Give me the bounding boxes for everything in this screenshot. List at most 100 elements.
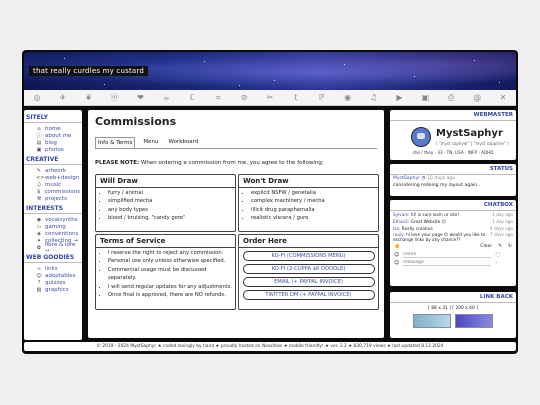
sidebar-item-label: blog: [45, 139, 57, 146]
status-user[interactable]: MystSaphyr: [393, 176, 420, 181]
camera-icon: ▣: [36, 146, 42, 153]
chat-message: ruuiy: hi love your page 😊 would you lik…: [390, 232, 516, 242]
refresh-icon[interactable]: ↻: [508, 244, 512, 249]
sidebar-item-blog[interactable]: ▤ blog: [24, 139, 82, 146]
globe-icon[interactable]: ◎: [32, 93, 41, 102]
chat-time: 7 days ago: [490, 232, 513, 237]
crop-icon[interactable]: ⌗: [214, 93, 223, 102]
tab-workboard[interactable]: Workboard: [167, 137, 201, 148]
sidebar-item-vocalsynths[interactable]: ◉ vocalsynths: [24, 216, 82, 223]
sidebar-item-home[interactable]: ⌂ home: [24, 125, 82, 132]
bird-icon[interactable]: ✈: [58, 93, 67, 102]
sidebar-item-adoptables[interactable]: ☺ adoptables: [24, 272, 82, 279]
email-button[interactable]: EMAIL (+ PAYPAL INVOICE): [242, 277, 375, 287]
chat-name-input[interactable]: [403, 251, 492, 258]
avatar: [411, 127, 431, 147]
chat-user[interactable]: Ethan2:: [393, 219, 409, 224]
graphic-icon: ▧: [36, 286, 42, 293]
collect-icon: ✦: [36, 237, 42, 244]
chat-message: Ethan2: Great Website 😊 1 day ago: [390, 218, 516, 225]
sidebar-item-label: home: [45, 125, 61, 132]
site-footer: © 2019 - 2024 MystSaphyr ★ coded lovingl…: [24, 342, 516, 351]
github-icon[interactable]: ◉: [343, 93, 352, 102]
chat-controls: 👍 Clear ✎ ↻: [390, 242, 516, 251]
site-title: that really curdles my custard: [29, 66, 148, 76]
smiley-icon[interactable]: ☺: [394, 260, 399, 266]
help-icon[interactable]: ○: [495, 251, 500, 258]
youtube-icon[interactable]: ▣: [421, 93, 430, 102]
linkback-panel: LINK BACK [ 88 x 31 ] [ 200 x 40 ]: [390, 292, 516, 338]
user-icon: ☺: [394, 251, 400, 258]
tumblr-icon[interactable]: t: [291, 93, 300, 102]
sewing-icon[interactable]: ✂: [265, 93, 274, 102]
tab-menu[interactable]: Menu: [141, 137, 160, 148]
chatbox-panel: CHATBOX Sylvain: hi! is sure lovin ur si…: [390, 200, 516, 286]
tab-bar: Info & Terms Menu Workboard: [95, 137, 200, 148]
sidebar-item-label: adoptables: [45, 272, 76, 279]
tools-icon: ⚒: [36, 195, 42, 202]
chatbox-header: CHATBOX: [390, 200, 516, 211]
ban-icon[interactable]: ⊘: [240, 93, 249, 102]
sidebar-item-label: web+design: [45, 174, 80, 181]
sidebar-item-commissions[interactable]: $ commissions: [24, 188, 82, 195]
list-item: any body types: [108, 206, 235, 214]
badge-200x40[interactable]: [455, 314, 493, 328]
x-icon[interactable]: ✕: [498, 93, 507, 102]
sidebar-item-label: fibre & lore →: [44, 241, 76, 254]
butterfly-icon[interactable]: ❦: [84, 93, 93, 102]
notice-body: When ordering a commission from me, you …: [139, 160, 324, 166]
sidebar-item-fibre-lore[interactable]: ✿ fibre & lore →: [24, 241, 82, 254]
convention-icon: ◈: [37, 230, 41, 237]
tab-info-terms[interactable]: Info & Terms: [95, 137, 136, 148]
kofi-commissions-button[interactable]: KO-FI (COMMISSIONS MENU): [242, 251, 375, 261]
p-icon[interactable]: ℙ: [317, 93, 326, 102]
sidebar-item-conventions[interactable]: ◈ conventions: [24, 230, 82, 237]
sidebar-item-links[interactable]: ∞ links: [24, 265, 82, 272]
wont-draw-list: explicit NSFW / genetalia complex machin…: [239, 189, 378, 223]
sidebar-section-heading: SITELY: [24, 113, 82, 123]
webmaster-panel: WEBMASTER MystSaphyr ( "myst saphyer" | …: [390, 110, 516, 160]
sidebar-item-label: photos: [45, 146, 64, 153]
send-icon[interactable]: ›: [495, 259, 497, 266]
twitter-dm-button[interactable]: TWITTER DM (+ PAYPAL INVOICE): [242, 290, 375, 300]
coffee-icon[interactable]: ☕: [162, 93, 171, 102]
list-item: realistic viscera / guro: [251, 214, 378, 222]
sidebar-item-photos[interactable]: ▣ photos: [24, 146, 82, 153]
edit-icon[interactable]: ✎: [498, 244, 502, 249]
badge-88x31[interactable]: [413, 314, 451, 328]
at-icon[interactable]: @: [473, 93, 482, 102]
c-icon[interactable]: ℂ: [188, 93, 197, 102]
video-icon[interactable]: ▶: [395, 93, 404, 102]
music-icon[interactable]: ♫: [369, 93, 378, 102]
printer-icon[interactable]: ⎙: [447, 93, 456, 102]
will-draw-box: Will Draw furry / animal simplified mech…: [95, 174, 236, 232]
sidebar-section-heading: INTERESTS: [24, 204, 82, 214]
sidebar-item-artwork[interactable]: ✎ artwork: [24, 167, 82, 174]
heart-icon[interactable]: ❤: [136, 93, 145, 102]
sidebar-item-music[interactable]: ♫ music: [24, 181, 82, 188]
message-row: ☺ ›: [390, 258, 516, 267]
sidebar-item-graphics[interactable]: ▧ graphics: [24, 286, 82, 293]
sidebar-item-projects[interactable]: ⚒ projects: [24, 195, 82, 202]
list-item: illicit drug paraphernalia: [251, 206, 378, 214]
sidebar-item-quizzes[interactable]: ? quizzes: [24, 279, 82, 286]
sidebar-item-gaming[interactable]: ▭ gaming: [24, 223, 82, 230]
sidebar-item-label: commissions: [44, 188, 80, 195]
kofi-doodle-button[interactable]: KO-FI (2-CUPPA $6 DOODLE): [242, 264, 375, 274]
list-item: explicit NSFW / genetalia: [251, 189, 378, 197]
sidebar-item-web-design[interactable]: <> web+design: [24, 174, 82, 181]
tab-divider: [95, 148, 377, 149]
quiz-icon: ?: [37, 279, 41, 286]
chat-user[interactable]: Sylvain:: [393, 212, 410, 217]
chat-message-input[interactable]: [403, 259, 492, 266]
clear-button[interactable]: Clear: [480, 244, 492, 249]
sidebar-item-label: projects: [45, 195, 67, 202]
webmaster-header: WEBMASTER: [390, 110, 516, 121]
home-icon: ⌂: [37, 125, 41, 132]
chat-user[interactable]: Isa:: [393, 226, 400, 231]
wont-draw-title: Won't Draw: [239, 175, 378, 188]
sidebar-item-about-me[interactable]: ⓘ about me: [24, 132, 82, 140]
mastodon-icon[interactable]: ⓜ: [110, 93, 119, 102]
thumbs-up-icon[interactable]: 👍: [394, 244, 400, 249]
chat-text: hi! is sure lovin ur site!: [410, 212, 460, 217]
